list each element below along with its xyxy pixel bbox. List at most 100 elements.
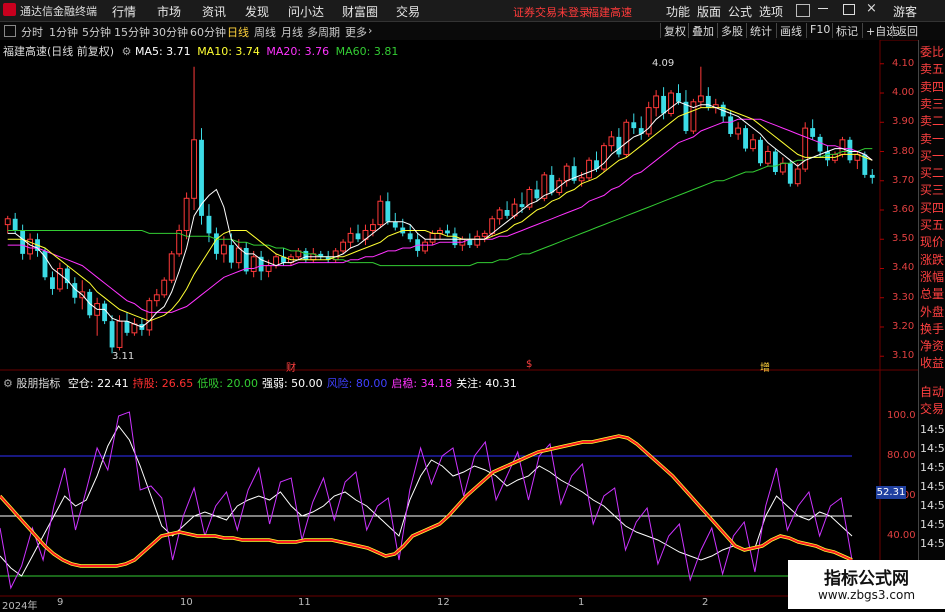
- candle-body: [56, 267, 63, 290]
- date-label: 1: [578, 597, 585, 608]
- candle-body: [340, 241, 347, 252]
- candle-body: [64, 268, 70, 284]
- side-item: 现价: [920, 235, 945, 250]
- ma5-label: MA5: 3.71: [134, 45, 191, 58]
- side-item: 涨幅: [920, 269, 945, 284]
- candle-body: [168, 253, 175, 281]
- candle-body: [213, 233, 219, 254]
- indicator-settings-icon[interactable]: ⚙: [3, 377, 13, 390]
- indicator-tick-label: 100.0: [887, 410, 916, 421]
- side-item: 净资: [920, 339, 945, 354]
- candle-body: [474, 235, 481, 246]
- candle-body: [534, 189, 540, 199]
- candle-body: [623, 121, 630, 155]
- side-time: 14:56: [920, 499, 945, 512]
- candle-body: [765, 151, 771, 164]
- candle-body: [228, 245, 234, 263]
- candle-body: [735, 127, 742, 135]
- candle-body: [779, 162, 786, 173]
- side-time: 14:56: [920, 423, 945, 436]
- date-axis: 2024年 9 10 11 12 1 2: [0, 597, 880, 612]
- candle-body: [825, 151, 830, 161]
- candle-body: [370, 224, 376, 231]
- candle-body: [758, 139, 763, 164]
- side-item: 外盘: [920, 304, 945, 319]
- candle-body: [4, 218, 11, 226]
- side-tab[interactable]: 交易: [920, 403, 944, 416]
- candle-body: [12, 218, 18, 231]
- candle-body: [102, 303, 108, 322]
- main-legend: 福建高速(日线 前复权) ⚙ MA5: 3.71 MA10: 3.74 MA20…: [3, 43, 398, 59]
- candle-body: [697, 95, 704, 103]
- low-price-label: 3.11: [112, 351, 135, 362]
- candle-body: [496, 209, 503, 220]
- candle-body: [787, 163, 793, 184]
- side-item: 买一: [920, 148, 945, 163]
- candle-body: [183, 197, 190, 231]
- candle-body: [489, 218, 496, 234]
- candle-body: [690, 101, 697, 132]
- side-item: 买二: [920, 166, 945, 181]
- main-chart-bg: [0, 40, 880, 370]
- candle-body: [817, 136, 823, 152]
- side-item: 涨跌: [920, 252, 945, 267]
- indicator-value: 低吸: 20.00: [197, 377, 258, 390]
- candle-body: [191, 139, 197, 199]
- indicator-axis: 100.080.0060.0040.0020.00: [880, 0, 918, 609]
- ma60-label: MA60: 3.81: [335, 45, 399, 58]
- side-time: 14:56: [920, 461, 945, 474]
- side-item: 收益: [920, 356, 945, 371]
- candle-body: [332, 250, 339, 261]
- candle-body: [124, 321, 130, 333]
- candle-body: [250, 256, 257, 272]
- side-item: 卖二: [920, 114, 945, 129]
- stock-title: 福建高速(日线 前复权): [3, 45, 115, 58]
- candle-body: [481, 232, 488, 237]
- candle-body: [728, 116, 734, 134]
- event-marker-increase[interactable]: 增: [760, 359, 770, 374]
- indicator-value: 启稳: 34.18: [391, 377, 453, 390]
- event-marker-dividend[interactable]: $: [526, 359, 532, 370]
- side-item: 总量: [920, 287, 945, 302]
- candle-body: [377, 200, 384, 226]
- candle-body: [445, 230, 450, 234]
- candle-body: [869, 174, 875, 178]
- candle-body: [153, 294, 160, 302]
- high-price-label: 4.09: [652, 58, 675, 69]
- candle-body: [794, 168, 801, 185]
- indicator-tick-label: 80.00: [887, 450, 916, 461]
- side-time: 14:56: [920, 442, 945, 455]
- watermark-title: 指标公式网: [824, 569, 909, 589]
- indicator-value: 空仓: 22.41: [67, 377, 129, 390]
- kline-chart[interactable]: [0, 0, 945, 609]
- candle-body: [235, 247, 242, 264]
- side-time: 14:56: [920, 480, 945, 493]
- candle-body: [563, 165, 570, 182]
- side-tab[interactable]: 自动: [920, 386, 944, 399]
- candle-body: [519, 204, 525, 208]
- candle-body: [504, 210, 510, 216]
- date-label: 11: [298, 597, 311, 608]
- ma20-label: MA20: 3.76: [266, 45, 330, 58]
- indicator-value: 关注: 40.31: [456, 377, 517, 390]
- side-item: 换手: [920, 321, 945, 336]
- settings-icon[interactable]: ⚙: [122, 45, 132, 58]
- candle-body: [422, 241, 429, 252]
- candle-body: [743, 128, 748, 149]
- indicator-title: 股朋指标: [16, 377, 61, 390]
- candle-body: [109, 321, 115, 348]
- side-item: 买五: [920, 218, 945, 232]
- candle-body: [347, 232, 354, 243]
- side-item: 买三: [920, 183, 945, 198]
- indicator-value: 持股: 26.65: [132, 377, 194, 390]
- indicator-value: 强弱: 50.00: [261, 377, 323, 390]
- date-label: 10: [180, 597, 193, 608]
- side-item: 卖一: [920, 131, 945, 146]
- candle-body: [50, 277, 55, 289]
- candle-body: [407, 233, 413, 240]
- event-marker-finance[interactable]: 财: [286, 359, 296, 374]
- indicator-tick-label: 40.00: [887, 530, 916, 541]
- candle-body: [273, 256, 279, 267]
- candle-body: [265, 265, 272, 272]
- candle-body: [220, 244, 227, 255]
